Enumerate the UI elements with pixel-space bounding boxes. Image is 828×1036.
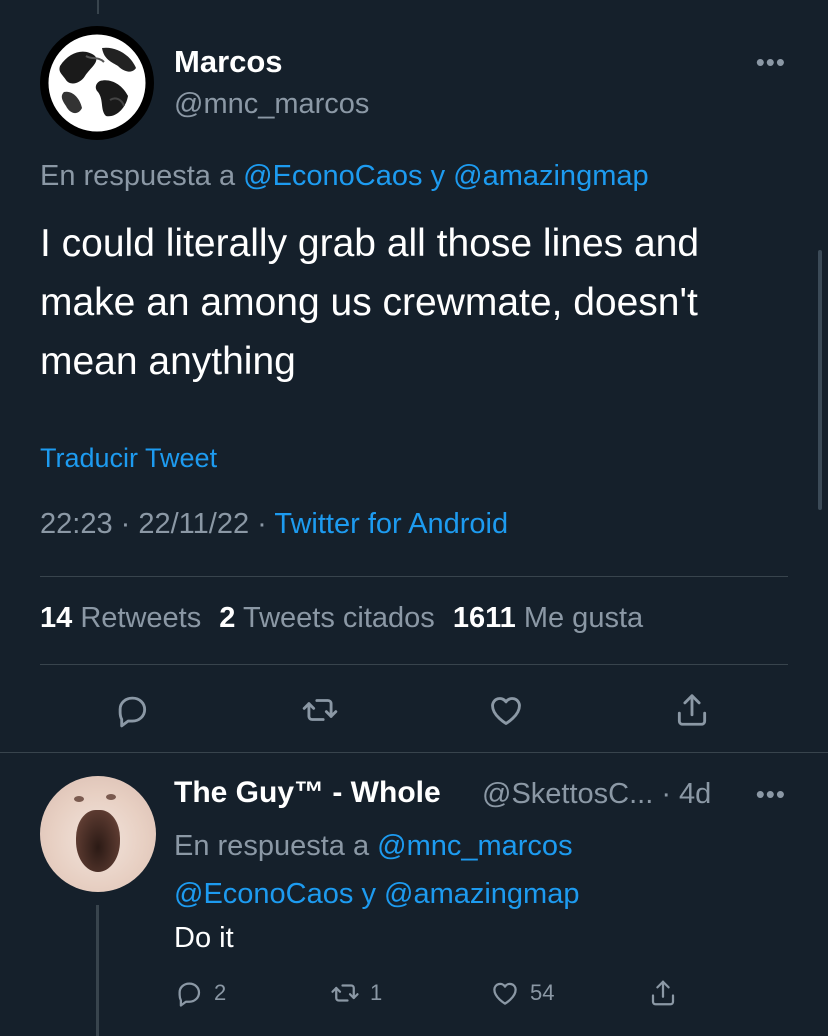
avatar-detail	[74, 796, 84, 802]
reply-prefix: En respuesta a	[174, 830, 370, 862]
retweets-stat[interactable]: 14 Retweets	[40, 602, 201, 634]
separator: ·	[120, 508, 139, 540]
separator: ·	[257, 508, 275, 540]
author-name[interactable]: Marcos	[174, 44, 283, 80]
reply-text: Do it	[174, 922, 234, 954]
like-button[interactable]	[481, 685, 531, 735]
more-icon[interactable]: •••	[756, 781, 786, 807]
reply-author-handle: @SkettosC... · 4d	[482, 778, 711, 811]
heart-icon	[493, 982, 517, 1005]
mention-link[interactable]: @amazingmap	[384, 878, 579, 910]
reply-button[interactable]	[107, 685, 157, 735]
tweet-time[interactable]: 22:23	[40, 508, 113, 540]
heart-icon	[491, 697, 521, 725]
mention-link[interactable]: @amazingmap	[453, 160, 648, 192]
reply-context: En respuesta a @mnc_marcos @EconoCaos y …	[174, 822, 774, 918]
tweet-date[interactable]: 22/11/22	[138, 508, 249, 540]
tweet-stats: 14 Retweets 2 Tweets citados 1611 Me gus…	[40, 602, 643, 635]
reply-joiner: y	[361, 878, 376, 910]
earth-avatar-image	[45, 31, 149, 135]
like-count: 54	[530, 980, 555, 1005]
likes-stat[interactable]: 1611 Me gusta	[453, 602, 643, 634]
section-divider	[0, 752, 828, 753]
reply-icon	[118, 696, 147, 728]
reply-reply-button[interactable]: 2	[174, 978, 226, 1008]
thread-connector	[96, 905, 99, 1036]
reply-author-name[interactable]: The Guy™ - Whole	[174, 776, 441, 810]
reply-time[interactable]: · 4d	[661, 778, 711, 810]
quotes-stat[interactable]: 2 Tweets citados	[219, 602, 435, 634]
translate-link[interactable]: Traducir Tweet	[40, 443, 217, 474]
tweet-text: I could literally grab all those lines a…	[40, 222, 700, 383]
share-icon	[677, 694, 707, 726]
tweet-source[interactable]: Twitter for Android	[274, 508, 508, 540]
share-button[interactable]	[667, 685, 717, 735]
more-icon[interactable]: •••	[756, 49, 786, 75]
retweet-icon	[331, 984, 359, 1002]
retweet-button[interactable]	[295, 685, 345, 735]
share-icon	[651, 980, 675, 1006]
scrollbar[interactable]	[818, 250, 822, 510]
reply-count: 2	[214, 980, 227, 1005]
mention-link[interactable]: @mnc_marcos	[377, 830, 572, 862]
retweet-count: 1	[370, 980, 383, 1005]
reply-retweet-button[interactable]: 1	[330, 978, 382, 1008]
mention-link[interactable]: @EconoCaos	[174, 878, 353, 910]
divider	[40, 664, 788, 665]
author-avatar[interactable]	[40, 26, 154, 140]
divider	[40, 576, 788, 577]
thread-connector-top	[97, 0, 99, 14]
reply-handle[interactable]: @SkettosC...	[482, 778, 653, 810]
reply-joiner: y	[430, 160, 446, 192]
mention-link[interactable]: @EconoCaos	[243, 160, 422, 192]
reply-like-button[interactable]: 54	[490, 978, 554, 1008]
avatar-detail	[106, 794, 116, 800]
author-handle[interactable]: @mnc_marcos	[174, 88, 369, 121]
reply-share-button[interactable]	[648, 978, 678, 1008]
reply-author-avatar[interactable]	[40, 776, 156, 892]
reply-icon	[178, 982, 201, 1007]
tweet-meta: 22:23 · 22/11/22 · Twitter for Android	[40, 508, 508, 541]
reply-prefix: En respuesta a	[40, 160, 236, 192]
avatar-detail	[76, 810, 120, 872]
reply-context: En respuesta a @EconoCaos y @amazingmap	[40, 160, 649, 193]
retweet-icon	[302, 699, 338, 721]
